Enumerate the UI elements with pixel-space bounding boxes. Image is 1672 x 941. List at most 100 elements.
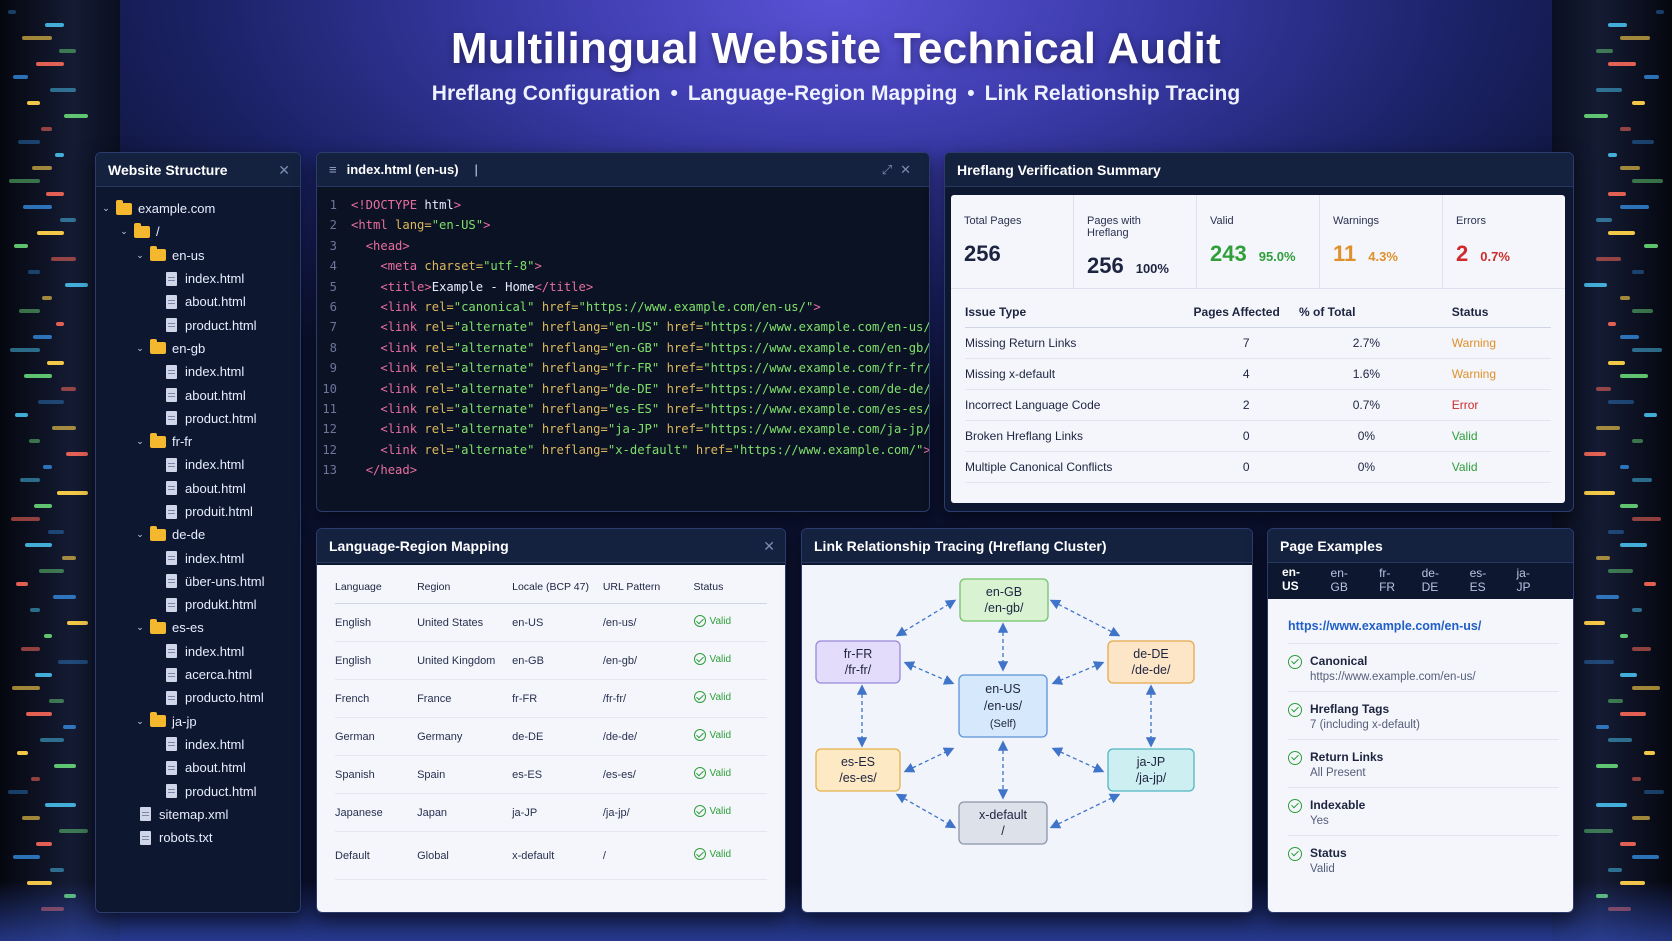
cluster-node-ja-jp[interactable]: ja-JP/ja-jp/ <box>1107 748 1195 792</box>
menu-icon[interactable]: ≡ <box>329 162 337 177</box>
stat-label: Warnings <box>1333 215 1380 227</box>
rack-led <box>1620 296 1630 300</box>
tree-file[interactable]: sitemap.xml <box>96 803 300 826</box>
check-circle-icon <box>693 653 706 665</box>
chevron-down-icon[interactable]: ⌄ <box>134 716 146 727</box>
locale-tab[interactable]: ja-JP <box>1517 558 1540 602</box>
tree-file[interactable]: about.html <box>96 756 300 779</box>
cluster-node-x-default[interactable]: x-default / <box>958 801 1048 845</box>
node-label: /fr-fr/ <box>845 663 872 677</box>
locale-tab[interactable]: de-DE <box>1422 558 1450 602</box>
tree-file[interactable]: index.html <box>96 640 300 663</box>
chevron-down-icon[interactable]: ⌄ <box>134 622 146 633</box>
cluster-node-de-de[interactable]: de-DE/de-de/ <box>1107 640 1195 684</box>
locale-tab[interactable]: fr-FR <box>1379 558 1402 602</box>
locale-tab[interactable]: en-GB <box>1331 558 1360 602</box>
close-icon[interactable]: ✕ <box>763 529 775 563</box>
node-label: /ja-jp/ <box>1136 771 1167 785</box>
tree-file[interactable]: produkt.html <box>96 593 300 616</box>
rack-led <box>1584 452 1606 456</box>
tree-folder[interactable]: ⌄ fr-fr <box>96 430 300 453</box>
chevron-down-icon[interactable]: ⌄ <box>134 436 146 447</box>
folder-icon <box>150 618 166 634</box>
close-icon[interactable]: ✕ <box>278 153 290 187</box>
table-row[interactable]: Broken Hreflang Links 0 0% Valid <box>965 420 1551 452</box>
chevron-down-icon[interactable]: ⌄ <box>100 203 112 214</box>
hreflang-link-edge <box>903 747 955 773</box>
file-icon <box>166 504 177 519</box>
tree-file[interactable]: index.html <box>96 546 300 569</box>
table-row[interactable]: Incorrect Language Code 2 0.7% Error <box>965 389 1551 421</box>
tree-file[interactable]: index.html <box>96 733 300 756</box>
tree-file[interactable]: produit.html <box>96 500 300 523</box>
rack-led <box>66 452 88 456</box>
close-icon[interactable]: ✕ <box>900 162 919 177</box>
tree-folder[interactable]: ⌄ ja-jp <box>96 710 300 733</box>
tree-file[interactable]: producto.html <box>96 686 300 709</box>
tree-file[interactable]: product.html <box>96 779 300 802</box>
tree-file[interactable]: robots.txt <box>96 826 300 849</box>
rack-led <box>1584 491 1615 495</box>
tree-file[interactable]: about.html <box>96 290 300 313</box>
tree-folder[interactable]: ⌄ example.com <box>96 197 300 220</box>
table-row[interactable]: Spanish Spain es-ES/es-es/Valid <box>335 755 767 794</box>
node-label: x-default <box>979 808 1027 822</box>
table-row[interactable]: Missing Return Links 7 2.7% Warning <box>965 327 1551 359</box>
tree-folder[interactable]: ⌄ en-gb <box>96 337 300 360</box>
chevron-down-icon[interactable]: ⌄ <box>134 250 146 261</box>
tree-file[interactable]: acerca.html <box>96 663 300 686</box>
stat-value-row: 256 100% <box>1087 253 1184 279</box>
code-area[interactable]: 1 <!DOCTYPE html> 2 <html lang="en-US"> 3 <h… <box>317 187 929 480</box>
table-row[interactable]: English United Kingdom en-GB/en-gb/Valid <box>335 641 767 680</box>
rack-led <box>1596 257 1621 261</box>
tree-file[interactable]: index.html <box>96 453 300 476</box>
chevron-down-icon[interactable]: ⌄ <box>134 343 146 354</box>
tree-file[interactable]: über-uns.html <box>96 570 300 593</box>
cluster-node-fr-fr[interactable]: fr-FR/fr-fr/ <box>815 640 901 684</box>
rack-led <box>28 270 40 274</box>
table-row[interactable]: Japanese Japan ja-JP/ja-jp/Valid <box>335 793 767 832</box>
cursor-bar: | <box>474 162 478 177</box>
table-row[interactable]: Default Global x-default / Valid <box>335 831 767 880</box>
tree-folder[interactable]: ⌄ es-es <box>96 616 300 639</box>
panel-title: Hreflang Verification Summary <box>945 153 1573 187</box>
locale-tab[interactable]: en-US <box>1282 557 1311 603</box>
chevron-down-icon[interactable]: ⌄ <box>134 529 146 540</box>
table-row[interactable]: German Germany de-DE/de-de/Valid <box>335 717 767 756</box>
tree-label: es-es <box>172 620 204 636</box>
cluster-node-en-gb[interactable]: en-GB/en-gb/ <box>959 578 1049 622</box>
stat-label: Errors <box>1456 215 1486 227</box>
file-icon <box>166 457 177 472</box>
locale-tab[interactable]: es-ES <box>1470 558 1497 602</box>
table-row[interactable]: French France fr-FR/fr-fr/Valid <box>335 679 767 718</box>
code-line: 5 <title>Example - Home</title> <box>317 277 929 297</box>
tree-file[interactable]: index.html <box>96 267 300 290</box>
file-icon <box>166 667 177 682</box>
status-text: Valid <box>709 805 732 817</box>
tree-file[interactable]: about.html <box>96 477 300 500</box>
editor-tab[interactable]: index.html (en-us) <box>347 162 459 177</box>
check-circle-icon <box>693 691 706 703</box>
tree-folder[interactable]: ⌄ / <box>96 220 300 243</box>
example-url[interactable]: https://www.example.com/en-us/ <box>1288 599 1559 644</box>
chevron-down-icon[interactable]: ⌄ <box>118 226 130 237</box>
rack-led <box>30 608 40 612</box>
table-row[interactable]: Missing x-default 4 1.6% Warning <box>965 358 1551 390</box>
tree-file[interactable]: index.html <box>96 360 300 383</box>
tree-folder[interactable]: ⌄ en-us <box>96 244 300 267</box>
expand-icon[interactable]: ⤢ <box>882 162 900 177</box>
table-row[interactable]: English United States en-US/en-us/Valid <box>335 603 767 642</box>
cluster-node-en-us[interactable]: en-US/en-us/ (Self) <box>958 674 1048 738</box>
tree-file[interactable]: product.html <box>96 313 300 336</box>
pages-affected: 2 <box>1193 389 1299 421</box>
file-icon <box>166 294 177 309</box>
rack-led <box>1620 166 1640 170</box>
file-icon <box>166 481 177 496</box>
cluster-node-es-es[interactable]: es-ES/es-es/ <box>815 748 901 792</box>
tree-folder[interactable]: ⌄ de-de <box>96 523 300 546</box>
rack-led <box>42 296 52 300</box>
table-row[interactable]: Multiple Canonical Conflicts 0 0% Valid <box>965 451 1551 483</box>
tree-file[interactable]: about.html <box>96 383 300 406</box>
check-title: Status <box>1310 846 1347 860</box>
tree-file[interactable]: product.html <box>96 407 300 430</box>
